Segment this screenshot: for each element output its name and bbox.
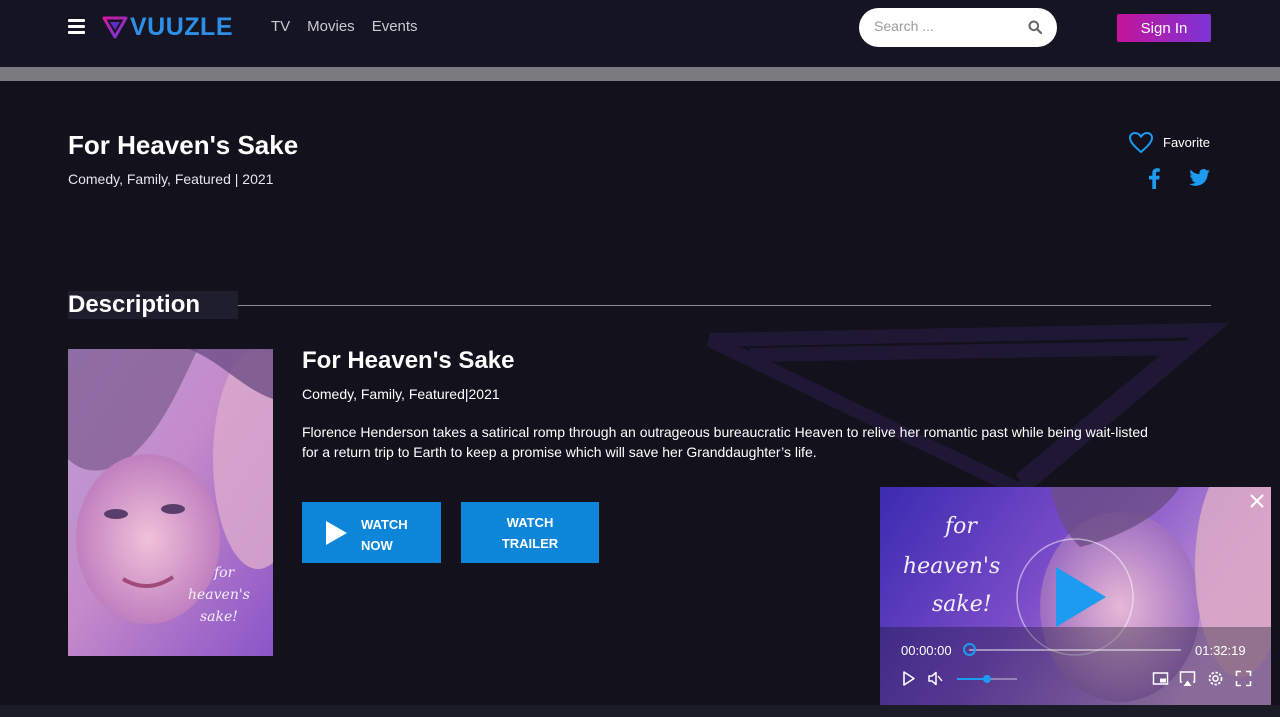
airplay-icon[interactable] [1179, 670, 1196, 687]
watch-now-button[interactable]: WATCH NOW [302, 502, 441, 563]
duration: 01:32:19 [1195, 643, 1246, 658]
picture-in-picture-icon[interactable] [1152, 670, 1169, 687]
sign-in-button[interactable]: Sign In [1117, 14, 1211, 42]
facebook-icon[interactable] [1147, 167, 1161, 189]
search-input[interactable] [874, 18, 1024, 34]
movie-meta: Comedy, Family, Featured | 2021 [68, 171, 274, 187]
main-nav: TV Movies Events [271, 18, 418, 35]
bottom-strip [0, 705, 1280, 717]
seek-handle[interactable] [963, 643, 976, 656]
top-navbar: VUUZLE TV Movies Events Sign In [0, 0, 1280, 67]
favorite-label: Favorite [1163, 135, 1210, 150]
nav-tv[interactable]: TV [271, 18, 290, 35]
volume-slider[interactable] [957, 675, 1017, 683]
description-meta: Comedy, Family, Featured|2021 [302, 386, 500, 402]
logo-triangle-icon [102, 16, 128, 39]
close-icon[interactable] [1249, 493, 1265, 509]
vuuzle-logo[interactable]: VUUZLE [102, 12, 233, 42]
play-icon[interactable] [900, 670, 917, 687]
watch-now-label: WATCH NOW [361, 517, 408, 553]
volume-handle[interactable] [983, 675, 991, 683]
watch-trailer-label: WATCH TRAILER [501, 514, 559, 551]
big-play-icon[interactable] [1056, 567, 1106, 627]
movie-synopsis: Florence Henderson takes a satirical rom… [302, 424, 1148, 460]
description-title: For Heaven's Sake [302, 347, 515, 374]
settings-gear-icon[interactable] [1207, 670, 1224, 687]
banner-strip [0, 67, 1280, 81]
heart-icon [1128, 131, 1154, 154]
fullscreen-icon[interactable] [1235, 670, 1252, 687]
twitter-icon[interactable] [1189, 169, 1211, 187]
movie-poster[interactable]: for heaven's sake! [68, 349, 273, 656]
play-icon [326, 521, 347, 545]
hamburger-menu-icon[interactable] [68, 19, 85, 34]
description-divider [238, 305, 1211, 306]
nav-events[interactable]: Events [372, 18, 418, 35]
seek-bar[interactable] [963, 643, 1181, 656]
movie-title: For Heaven's Sake [68, 130, 299, 160]
brand-name: VUUZLE [130, 12, 233, 41]
watch-trailer-button[interactable]: WATCH TRAILER [461, 502, 599, 563]
current-time: 00:00:00 [901, 643, 952, 658]
description-heading-text: Description [68, 291, 201, 318]
search-box [859, 8, 1057, 47]
volume-icon[interactable] [927, 670, 944, 687]
favorite-button[interactable]: Favorite [1128, 131, 1210, 154]
mini-video-player[interactable]: for heaven's sake! 00:00:00 01:32:19 [880, 487, 1271, 705]
search-icon[interactable] [1028, 20, 1042, 34]
nav-movies[interactable]: Movies [307, 18, 355, 35]
description-heading: Description [68, 291, 238, 319]
